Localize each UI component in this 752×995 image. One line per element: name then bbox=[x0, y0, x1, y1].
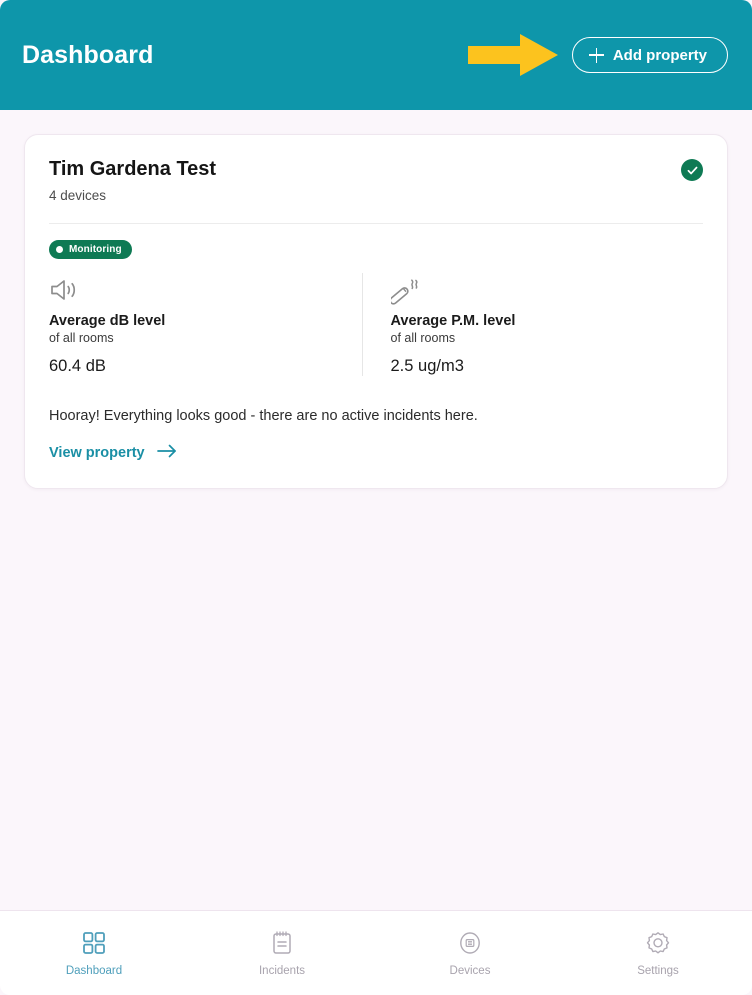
metric-label: Average P.M. level bbox=[390, 313, 516, 329]
view-property-link[interactable]: View property bbox=[49, 444, 177, 462]
nav-label: Devices bbox=[449, 964, 491, 977]
bottom-navigation: Dashboard Incidents Devices Settings bbox=[0, 910, 752, 995]
sensor-circle-icon bbox=[458, 930, 482, 956]
status-badge-label: Monitoring bbox=[69, 244, 122, 255]
card-divider bbox=[49, 223, 703, 224]
app-root: Dashboard Add property Tim Gardena Test … bbox=[0, 0, 752, 995]
metric-average-db: Average dB level of all rooms 60.4 dB bbox=[49, 273, 362, 376]
nav-item-settings[interactable]: Settings bbox=[564, 930, 752, 977]
metrics-row: Average dB level of all rooms 60.4 dB Av… bbox=[49, 273, 703, 376]
property-name: Tim Gardena Test bbox=[49, 158, 217, 180]
nav-label: Incidents bbox=[258, 964, 306, 977]
header-actions: Add property bbox=[467, 34, 728, 76]
cigarette-smoke-icon bbox=[390, 273, 686, 307]
status-dot-icon bbox=[56, 246, 63, 253]
plus-icon bbox=[588, 47, 604, 63]
main-content: Tim Gardena Test 4 devices Monitoring Av… bbox=[0, 110, 752, 910]
nav-label: Settings bbox=[637, 964, 679, 977]
view-property-label: View property bbox=[49, 445, 145, 461]
metric-sublabel: of all rooms bbox=[49, 331, 114, 345]
grid-squares-icon bbox=[83, 930, 105, 956]
arrow-right-icon bbox=[156, 444, 177, 462]
metric-value: 2.5 ug/m3 bbox=[390, 357, 464, 375]
add-property-button[interactable]: Add property bbox=[571, 37, 728, 73]
nav-label: Dashboard bbox=[65, 964, 123, 977]
property-card[interactable]: Tim Gardena Test 4 devices Monitoring Av… bbox=[24, 134, 728, 489]
property-identity: Tim Gardena Test 4 devices bbox=[49, 157, 216, 203]
metric-sublabel: of all rooms bbox=[390, 331, 456, 345]
property-device-count: 4 devices bbox=[49, 188, 107, 203]
app-header: Dashboard Add property bbox=[0, 0, 752, 110]
check-circle-icon bbox=[681, 159, 703, 181]
metric-label: Average dB level bbox=[49, 313, 166, 329]
status-badge: Monitoring bbox=[49, 240, 132, 259]
metric-average-pm: Average P.M. level of all rooms 2.5 ug/m… bbox=[361, 273, 704, 376]
speaker-volume-icon bbox=[49, 273, 344, 307]
nav-item-incidents[interactable]: Incidents bbox=[188, 930, 376, 977]
gear-icon bbox=[646, 930, 670, 956]
page-title: Dashboard bbox=[22, 40, 154, 69]
clipboard-list-icon bbox=[271, 930, 293, 956]
property-card-header: Tim Gardena Test 4 devices bbox=[49, 157, 703, 203]
nav-item-devices[interactable]: Devices bbox=[376, 930, 564, 977]
no-incidents-message: Hooray! Everything looks good - there ar… bbox=[49, 408, 478, 424]
metric-value: 60.4 dB bbox=[49, 357, 106, 375]
yellow-arrow-pointer-icon bbox=[467, 34, 558, 76]
add-property-label: Add property bbox=[612, 46, 707, 64]
nav-item-dashboard[interactable]: Dashboard bbox=[0, 930, 188, 977]
